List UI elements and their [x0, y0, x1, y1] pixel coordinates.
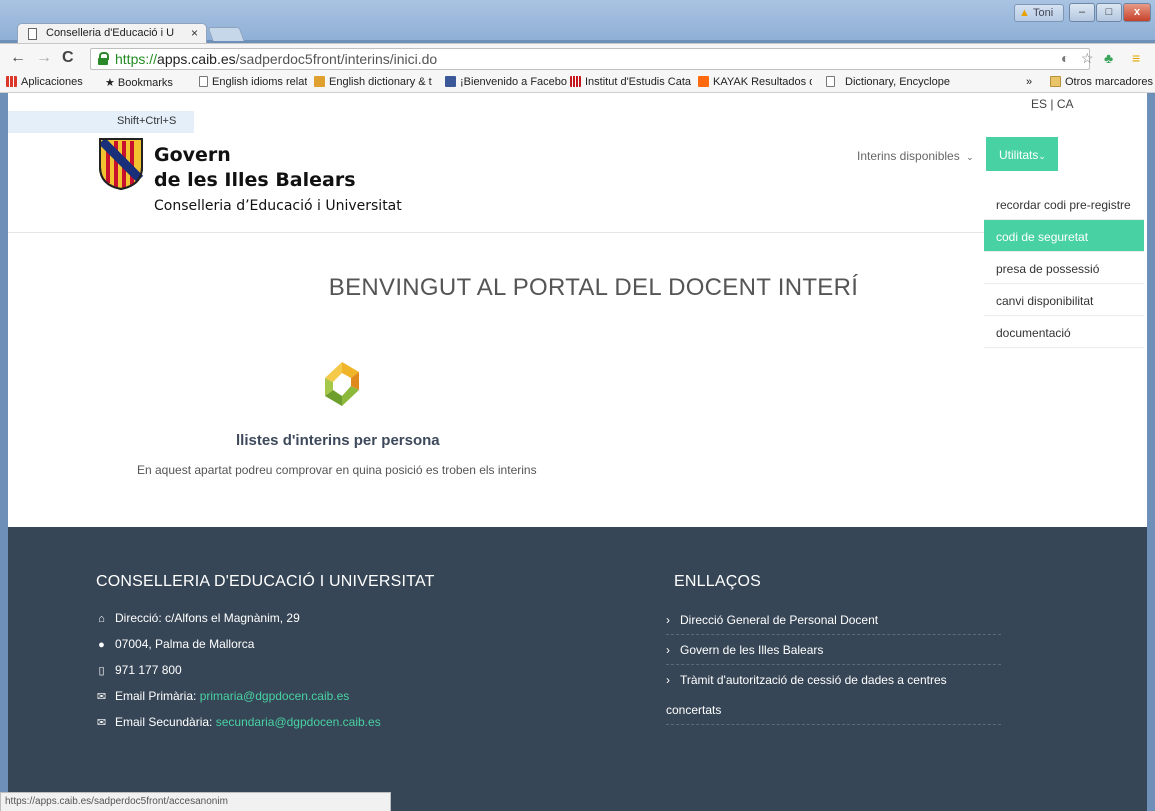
bookmark-star-icon[interactable]: ☆ [1081, 50, 1094, 67]
footer-address: ⌂ Direcció: c/Alfons el Magnànim, 29 [96, 611, 300, 625]
window-frame-right [1147, 93, 1155, 811]
tab-title: Conselleria d'Educació i U [46, 27, 175, 39]
other-bookmarks-folder[interactable]: Otros marcadores [1050, 76, 1153, 88]
footer-enllacos-title: ENLLAÇOS [674, 573, 761, 590]
header-divider [8, 232, 984, 233]
shield-extension-icon[interactable]: ◐ [1061, 50, 1069, 66]
home-icon: ⌂ [98, 613, 105, 625]
star-icon: ★ [105, 77, 115, 89]
chevron-right-icon: › [666, 613, 670, 627]
site-footer: CONSELLERIA D'EDUCACIÓ I UNIVERSITAT ⌂ Di… [8, 527, 1147, 811]
browser-toolbar: ← → C https://apps.caib.es/sadperdoc5fro… [0, 43, 1155, 73]
url-path: /sadperdoc5front/interins/inici.do [235, 51, 438, 67]
user-profile-button[interactable]: ▲ Toni [1014, 4, 1064, 22]
folder-icon [1050, 76, 1061, 87]
menu-item-documentacio[interactable]: documentació [984, 316, 1144, 348]
footer-email-primaria: ✉ Email Primària: primaria@dgpdocen.caib.… [96, 689, 350, 703]
footer-link-divider [666, 634, 1001, 635]
language-switcher: ES | CA [1031, 97, 1074, 111]
bookmarks-more-button[interactable]: » [1026, 76, 1032, 88]
lang-es-link[interactable]: ES [1031, 97, 1047, 111]
footer-link-govern[interactable]: › Govern de les Illes Balears [666, 643, 1001, 657]
footer-conselleria-title: CONSELLERIA D'EDUCACIÓ I UNIVERSITAT [96, 573, 435, 590]
iec-icon [570, 76, 581, 87]
page-content: ES | CA Shift+Ctrl+S Govern de les Illes… [0, 93, 1155, 811]
bookmark-english-dictionary[interactable]: English dictionary & t [314, 76, 441, 88]
new-tab-button[interactable] [207, 27, 245, 41]
bookmarks-bar: Aplicaciones ★ Bookmarks English idioms r… [0, 73, 1155, 93]
chevron-right-icon: › [666, 673, 670, 687]
tab-close-icon[interactable]: × [191, 26, 198, 40]
page-icon [28, 28, 37, 40]
envelope-icon: ✉ [96, 691, 107, 703]
lock-icon [98, 52, 109, 65]
envelope-icon: ✉ [96, 717, 107, 729]
page-icon [199, 76, 208, 87]
forward-arrow-icon[interactable]: → [36, 49, 52, 67]
footer-link-divider [666, 724, 1001, 725]
warning-icon: ▲ [1019, 7, 1030, 19]
bookmark-iec[interactable]: Institut d'Estudis Cata [570, 76, 692, 88]
phone-icon: ▯ [98, 665, 105, 677]
footer-link-personal-docent[interactable]: › Direcció General de Personal Docent [666, 613, 1001, 627]
footer-city: ● 07004, Palma de Mallorca [96, 637, 254, 651]
logo-line-conselleria: Conselleria d’Educació i Universitat [154, 198, 402, 214]
back-arrow-icon[interactable]: ← [10, 49, 26, 67]
email-secundaria-link[interactable]: secundaria@dgpdocen.caib.es [216, 715, 381, 729]
logo-line-illes-balears: de les Illes Balears [154, 169, 356, 191]
llistes-title-link[interactable]: llistes d'interins per persona [236, 432, 440, 449]
apps-grid-icon [6, 76, 17, 87]
footer-link-tramit[interactable]: › Tràmit d'autorització de cessió de dade… [666, 673, 1001, 687]
lang-ca-link[interactable]: CA [1057, 97, 1074, 111]
chevron-down-icon: ⌄ [966, 152, 974, 162]
menu-icon[interactable]: ≡ [1132, 50, 1140, 66]
close-window-button[interactable]: x [1123, 3, 1151, 22]
facebook-icon [445, 76, 456, 87]
logo-line-govern: Govern [154, 144, 231, 166]
title-bar: Conselleria d'Educació i U × ▲ Toni – □ … [0, 0, 1155, 43]
bookmark-dictionary[interactable]: Dictionary, Encyclope [826, 76, 968, 88]
evernote-icon[interactable]: ♣ [1104, 50, 1113, 66]
chevron-right-icon: › [666, 643, 670, 657]
email-primaria-link[interactable]: primaria@dgpdocen.caib.es [200, 689, 350, 703]
shortcut-tooltip: Shift+Ctrl+S [8, 111, 194, 133]
kayak-icon [698, 76, 709, 87]
address-bar[interactable]: https://apps.caib.es/sadperdoc5front/int… [90, 48, 1090, 70]
reload-icon[interactable]: C [62, 49, 74, 67]
bookmark-english-idioms[interactable]: English idioms relatin [199, 76, 307, 88]
page-title: BENVINGUT AL PORTAL DEL DOCENT INTERÍ [328, 274, 859, 301]
globe-icon: ● [98, 639, 105, 651]
menu-item-codi-seguretat[interactable]: codi de seguretat [984, 220, 1144, 252]
url-host: apps.caib.es [157, 51, 236, 67]
nav-interins-disponibles[interactable]: Interins disponibles ⌄ [857, 149, 974, 163]
window-frame-left [0, 93, 8, 811]
llistes-description: En aquest apartat podreu comprovar en qu… [137, 463, 537, 477]
llistes-app-icon[interactable] [315, 360, 369, 408]
bookmark-bookmarks[interactable]: ★ Bookmarks [105, 76, 173, 89]
bookmark-facebook[interactable]: ¡Bienvenido a Facebo [445, 76, 567, 88]
menu-item-recordar-codi[interactable]: recordar codi pre-registre [984, 188, 1144, 220]
footer-phone: ▯ 971 177 800 [96, 663, 181, 677]
footer-link-tramit-wrap[interactable]: concertats [666, 703, 1001, 717]
footer-email-secundaria: ✉ Email Secundària: secundaria@dgpdocen.c… [96, 715, 381, 729]
status-bar-url: https://apps.caib.es/sadperdoc5front/acc… [0, 792, 391, 811]
maximize-button[interactable]: □ [1096, 3, 1122, 22]
utilitats-dropdown-menu: recordar codi pre-registre codi de segur… [984, 188, 1144, 348]
govern-logo[interactable]: Govern de les Illes Balears Conselleria … [96, 137, 456, 227]
url-scheme: https:// [115, 51, 158, 67]
crest-icon [314, 76, 325, 87]
coat-of-arms-icon [98, 137, 144, 191]
bookmark-kayak[interactable]: KAYAK Resultados de [698, 76, 812, 88]
chevron-down-icon: ⌄ [1038, 151, 1046, 161]
minimize-button[interactable]: – [1069, 3, 1095, 22]
browser-tab[interactable]: Conselleria d'Educació i U × [17, 23, 207, 43]
page-icon [826, 76, 835, 87]
footer-link-divider [666, 664, 1001, 665]
utilitats-button[interactable]: Utilitats⌄ [986, 137, 1058, 171]
bookmark-aplicaciones[interactable]: Aplicaciones [6, 76, 83, 88]
user-name: Toni [1033, 7, 1054, 19]
